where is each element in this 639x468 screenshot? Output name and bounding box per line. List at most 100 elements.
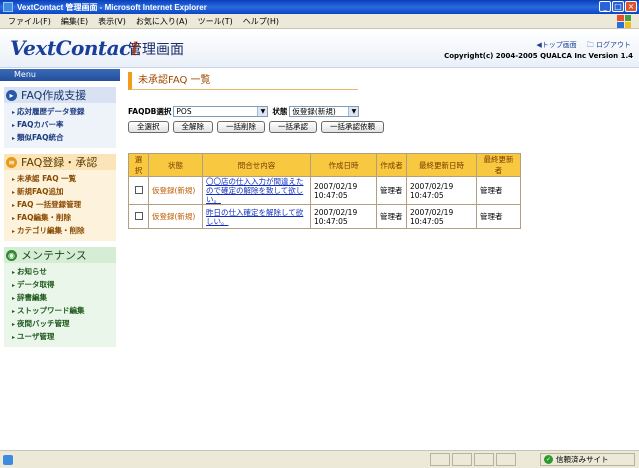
- deselect-all-button[interactable]: 全解除: [172, 121, 213, 133]
- top-page-link[interactable]: ◀トップ画面: [536, 40, 576, 52]
- bulk-approve-button[interactable]: 一括承認: [269, 121, 317, 133]
- sidebar-item-unapproved-faq[interactable]: 未承認 FAQ 一覧: [12, 172, 116, 185]
- arrow-right-icon: ▸: [6, 89, 17, 101]
- table-header-row: 選択 状態 問合せ内容 作成日時 作成者 最終更新日時 最終更新者: [128, 153, 521, 177]
- maximize-button[interactable]: □: [612, 1, 624, 12]
- window-titlebar: VextContact 管理画面 - Microsoft Internet Ex…: [0, 0, 639, 14]
- menu-favorites[interactable]: お気に入り(A): [136, 16, 188, 27]
- check-icon: ✓: [544, 455, 553, 464]
- faq-table: 選択 状態 問合せ内容 作成日時 作成者 最終更新日時 最終更新者 仮登録(新規…: [128, 153, 521, 229]
- column-header: 問合せ内容: [202, 153, 311, 177]
- list-icon: ≡: [6, 156, 17, 168]
- sidebar-item-faq-edit[interactable]: FAQ編集・削除: [12, 211, 116, 224]
- sidebar-item-faq-coverage[interactable]: FAQカバー率: [12, 118, 116, 131]
- menu-tools[interactable]: ツール(T): [198, 16, 233, 27]
- column-header: 状態: [148, 153, 203, 177]
- sidebar-item-bulk-register[interactable]: FAQ 一括登録管理: [12, 198, 116, 211]
- menu-file[interactable]: ファイル(F): [8, 16, 51, 27]
- page-title: 管理画面: [128, 42, 184, 58]
- table-row: 仮登録(新規) 〇〇店の仕入入力が間違えたので確定の解除を致して欲しい。 200…: [128, 176, 521, 205]
- faqdb-select-value: POS: [176, 107, 192, 116]
- filter-row: FAQDB選択 POS ▼ 状態 仮登録(新規) ▼: [128, 106, 633, 117]
- faq-content-link[interactable]: 昨日の仕入確定を解除して欲しい。: [206, 208, 307, 226]
- section-title: 未承認FAQ 一覧: [128, 72, 358, 90]
- sidebar-section-faq-support: ▸ FAQ作成支援 応対履歴データ登録 FAQカバー率 類似FAQ統合: [4, 87, 116, 148]
- security-zone: ✓ 信頼済みサイト: [540, 453, 635, 466]
- logo-text: VextContac: [10, 36, 131, 60]
- sidebar-item-notice[interactable]: お知らせ: [12, 265, 116, 278]
- sidebar-item-user-manage[interactable]: ユーザ管理: [12, 330, 116, 343]
- section-title: メンテナンス: [21, 249, 87, 262]
- status-cell: 仮登録(新規): [148, 176, 203, 205]
- main-content: 未承認FAQ 一覧 FAQDB選択 POS ▼ 状態 仮登録(新規) ▼ 全選択…: [128, 72, 633, 229]
- created-cell: 2007/02/19 10:47:05: [310, 176, 377, 205]
- table-row: 仮登録(新規) 昨日の仕入確定を解除して欲しい。 2007/02/19 10:4…: [128, 204, 521, 229]
- window-title: VextContact 管理画面 - Microsoft Internet Ex…: [17, 2, 207, 12]
- close-button[interactable]: ×: [625, 1, 637, 12]
- column-header: 作成日時: [310, 153, 377, 177]
- sidebar-item-history-register[interactable]: 応対履歴データ登録: [12, 105, 116, 118]
- menu-edit[interactable]: 編集(E): [61, 16, 88, 27]
- select-all-button[interactable]: 全選択: [128, 121, 169, 133]
- sidebar-item-night-batch[interactable]: 夜間バッチ管理: [12, 317, 116, 330]
- sidebar-menu-header: Menu: [0, 69, 120, 81]
- ie-app-icon: [3, 2, 13, 12]
- bulk-approval-request-button[interactable]: 一括承認依頼: [321, 121, 384, 133]
- section-items: 未承認 FAQ 一覧 新規FAQ追加 FAQ 一括登録管理 FAQ編集・削除 カ…: [4, 170, 116, 241]
- status-cell: 仮登録(新規): [148, 204, 203, 229]
- creator-cell: 管理者: [376, 176, 407, 205]
- status-label: 状態: [272, 107, 288, 116]
- menu-view[interactable]: 表示(V): [98, 16, 126, 27]
- created-cell: 2007/02/19 10:47:05: [310, 204, 377, 229]
- chevron-down-icon: ▼: [348, 107, 359, 116]
- header-links: ◀トップ画面 🗀 ログアウト: [536, 40, 631, 52]
- section-title: FAQ作成支援: [21, 89, 87, 102]
- minimize-button[interactable]: _: [599, 1, 611, 12]
- statusbar: ✓ 信頼済みサイト: [0, 450, 639, 468]
- faq-content-link[interactable]: 〇〇店の仕入入力が間違えたので確定の解除を致して欲しい。: [206, 177, 307, 204]
- column-header: 最終更新日時: [406, 153, 477, 177]
- updated-cell: 2007/02/19 10:47:05: [406, 176, 477, 205]
- select-cell: [128, 204, 149, 229]
- section-title: FAQ登録・承認: [21, 156, 98, 169]
- column-header: 選択: [128, 153, 149, 177]
- select-cell: [128, 176, 149, 205]
- bulk-delete-button[interactable]: 一括削除: [217, 121, 265, 133]
- sidebar-item-similar-faq[interactable]: 類似FAQ統合: [12, 131, 116, 144]
- sidebar-section-faq-register: ≡ FAQ登録・承認 未承認 FAQ 一覧 新規FAQ追加 FAQ 一括登録管理…: [4, 154, 116, 241]
- chevron-down-icon: ▼: [257, 107, 268, 116]
- logout-link[interactable]: 🗀 ログアウト: [587, 40, 631, 52]
- sidebar: Menu ▸ FAQ作成支援 応対履歴データ登録 FAQカバー率 類似FAQ統合…: [0, 69, 120, 449]
- section-items: 応対履歴データ登録 FAQカバー率 類似FAQ統合: [4, 103, 116, 148]
- row-checkbox[interactable]: [134, 211, 143, 220]
- section-header: ≡ FAQ登録・承認: [4, 154, 116, 170]
- updated-cell: 2007/02/19 10:47:05: [406, 204, 477, 229]
- updater-cell: 管理者: [476, 204, 521, 229]
- sidebar-item-stopword[interactable]: ストップワード編集: [12, 304, 116, 317]
- row-checkbox[interactable]: [134, 185, 143, 194]
- section-header: ◉ メンテナンス: [4, 247, 116, 263]
- sidebar-item-data-fetch[interactable]: データ取得: [12, 278, 116, 291]
- column-header: 最終更新者: [476, 153, 521, 177]
- menu-help[interactable]: ヘルプ(H): [243, 16, 279, 27]
- status-select[interactable]: 仮登録(新規) ▼: [289, 106, 360, 117]
- column-header: 作成者: [376, 153, 407, 177]
- content-cell: 〇〇店の仕入入力が間違えたので確定の解除を致して欲しい。: [202, 176, 311, 205]
- sidebar-section-maintenance: ◉ メンテナンス お知らせ データ取得 辞書編集 ストップワード編集 夜間バッチ…: [4, 247, 116, 347]
- eye-icon: ◉: [6, 249, 17, 261]
- sidebar-item-category-edit[interactable]: カテゴリ編集・削除: [12, 224, 116, 237]
- copyright: Copyright(c) 2004-2005 QUALCA Inc Versio…: [444, 52, 633, 60]
- status-select-value: 仮登録(新規): [292, 107, 336, 116]
- sidebar-item-dictionary[interactable]: 辞書編集: [12, 291, 116, 304]
- sidebar-item-new-faq[interactable]: 新規FAQ追加: [12, 185, 116, 198]
- window-controls: _ □ ×: [599, 1, 637, 12]
- content-cell: 昨日の仕入確定を解除して欲しい。: [202, 204, 311, 229]
- windows-logo-icon: [617, 15, 631, 28]
- page-icon: [3, 454, 13, 465]
- faqdb-select[interactable]: POS ▼: [173, 106, 269, 117]
- updater-cell: 管理者: [476, 176, 521, 205]
- creator-cell: 管理者: [376, 204, 407, 229]
- section-header: ▸ FAQ作成支援: [4, 87, 116, 103]
- faqdb-label: FAQDB選択: [128, 107, 172, 116]
- page-header: VextContact 管理画面 ◀トップ画面 🗀 ログアウト Copyrigh…: [0, 30, 639, 68]
